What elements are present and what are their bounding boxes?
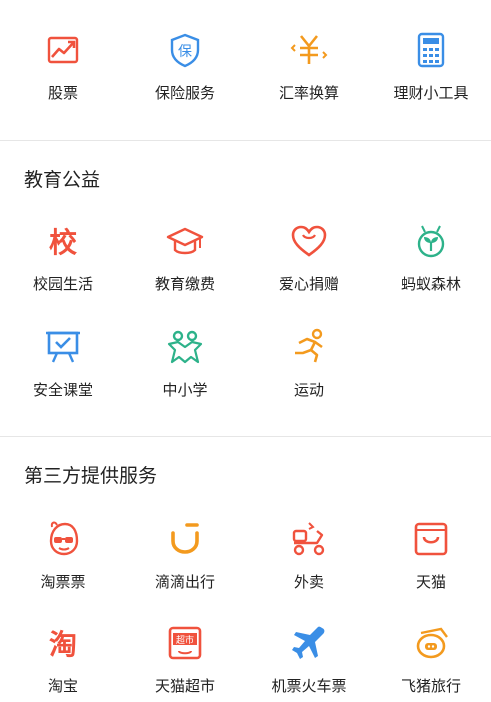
education-section: 教育公益 校 校园生活 教育缴费 爱心捐赠 蚂蚁森林 安全课堂 中小学 运动	[0, 141, 491, 436]
didi-icon	[165, 519, 205, 559]
grid-item-didi[interactable]: 滴滴出行	[124, 519, 246, 592]
graduation-cap-icon	[165, 221, 205, 261]
yen-exchange-icon	[289, 30, 329, 70]
tmall-icon	[411, 519, 451, 559]
grid-item-flights-trains[interactable]: 机票火车票	[248, 623, 370, 696]
grid-item-tmall[interactable]: 天猫	[370, 519, 491, 592]
taobao-icon: 淘	[43, 623, 83, 663]
grid-item-label: 爱心捐赠	[278, 275, 339, 293]
classroom-board-icon	[43, 327, 83, 367]
grid-item-donation[interactable]: 爱心捐赠	[248, 221, 370, 294]
grid-item-exchange[interactable]: 汇率换算	[248, 30, 370, 103]
heart-icon	[289, 221, 329, 261]
school-glyph-icon: 校	[43, 221, 83, 261]
grid-item-label: 安全课堂	[32, 381, 93, 399]
sprout-icon	[411, 221, 451, 261]
stock-chart-icon	[43, 30, 83, 70]
grid-item-tuition[interactable]: 教育缴费	[124, 221, 246, 294]
supermarket-glyph: 超市	[176, 634, 194, 646]
grid-item-taopiaopiao[interactable]: 淘票票	[2, 519, 124, 592]
grid-item-label: 外卖	[293, 573, 324, 591]
grid-item-safety-class[interactable]: 安全课堂	[2, 327, 124, 400]
section-title: 第三方提供服务	[24, 465, 158, 487]
grid-item-label: 教育缴费	[154, 275, 215, 293]
grid-item-sports[interactable]: 运动	[248, 327, 370, 400]
grid-item-label: 股票	[47, 84, 78, 102]
grid-item-stock[interactable]: 股票	[2, 30, 124, 103]
grid-item-takeaway[interactable]: 外卖	[248, 519, 370, 592]
airplane-icon	[289, 623, 329, 663]
tmall-supermarket-icon: 超市	[165, 623, 205, 663]
scooter-icon	[289, 519, 329, 559]
grid-item-label: 运动	[293, 381, 324, 399]
calculator-icon	[411, 30, 451, 70]
grid-item-label: 天猫超市	[154, 677, 215, 695]
insurance-glyph: 保	[178, 44, 192, 60]
insurance-shield-icon: 保	[165, 30, 205, 70]
grid-item-label: 中小学	[162, 381, 208, 399]
fliggy-icon	[411, 623, 451, 663]
grid-item-insurance[interactable]: 保 保险服务	[124, 30, 246, 103]
grid-item-label: 保险服务	[154, 84, 215, 102]
grid-item-label: 天猫	[415, 573, 446, 591]
grid-item-label: 校园生活	[32, 275, 93, 293]
grid-item-primary-school[interactable]: 中小学	[124, 327, 246, 400]
taopiaopiao-icon	[43, 519, 83, 559]
running-icon	[289, 327, 329, 367]
grid-item-ant-forest[interactable]: 蚂蚁森林	[370, 221, 491, 294]
grid-item-label: 机票火车票	[271, 677, 347, 695]
grid-item-tmall-supermarket[interactable]: 超市 天猫超市	[124, 623, 246, 696]
kids-icon	[165, 327, 205, 367]
grid-item-label: 淘宝	[47, 677, 78, 695]
grid-item-taobao[interactable]: 淘 淘宝	[2, 623, 124, 696]
third-party-section: 第三方提供服务 淘票票 滴滴出行 外卖 天猫 淘 淘宝 超市 天猫超市 机票火车…	[0, 437, 491, 702]
grid-item-campus[interactable]: 校 校园生活	[2, 221, 124, 294]
finance-section: 股票 保 保险服务 汇率换算 理财小工具	[0, 0, 491, 140]
grid-item-calculator[interactable]: 理财小工具	[370, 30, 491, 103]
taobao-glyph: 淘	[49, 628, 77, 661]
grid-item-label: 滴滴出行	[154, 573, 215, 591]
grid-item-fliggy[interactable]: 飞猪旅行	[370, 623, 491, 696]
campus-glyph: 校	[49, 226, 78, 259]
grid-item-label: 蚂蚁森林	[400, 275, 461, 293]
grid-item-label: 飞猪旅行	[400, 677, 461, 695]
grid-item-label: 汇率换算	[278, 84, 339, 102]
grid-item-label: 淘票票	[40, 573, 86, 591]
section-title: 教育公益	[24, 169, 101, 191]
grid-item-label: 理财小工具	[393, 84, 469, 102]
